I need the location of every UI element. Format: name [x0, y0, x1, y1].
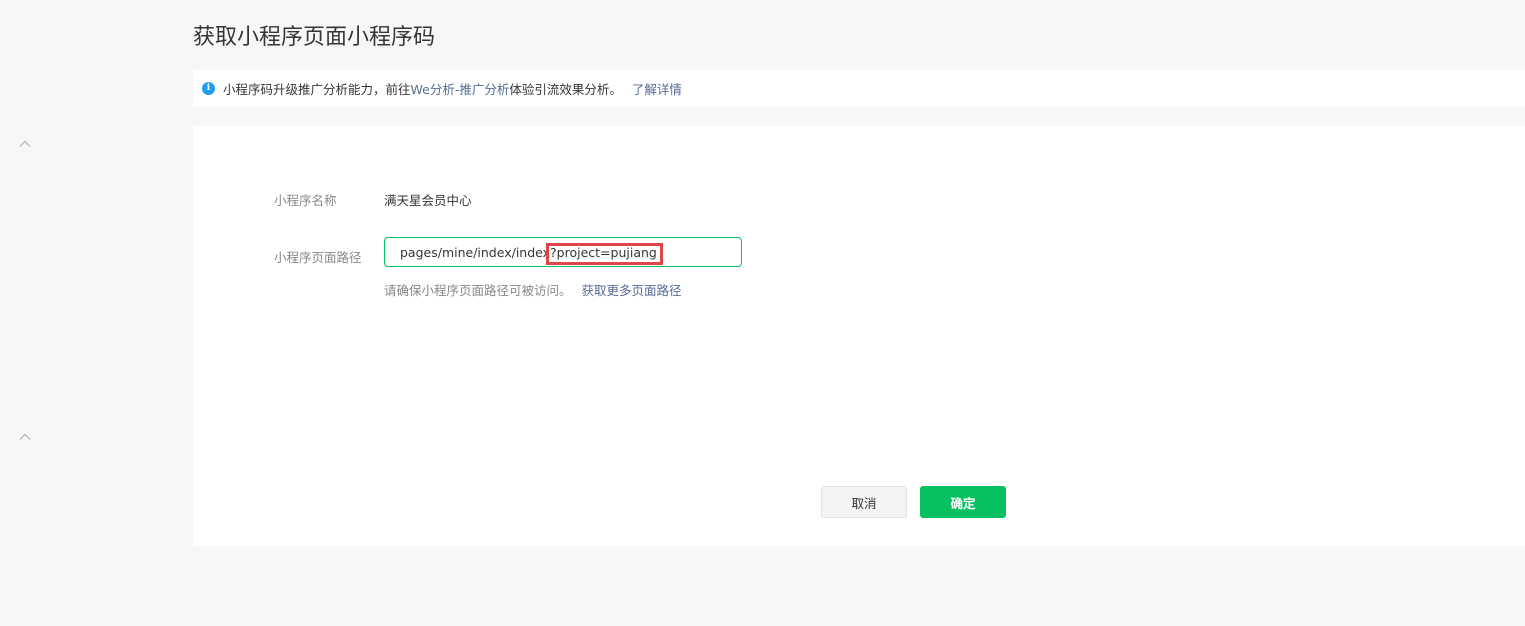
confirm-button[interactable]: 确定 [920, 486, 1006, 518]
name-value: 满天星会员中心 [384, 193, 472, 208]
chevron-up-icon[interactable] [18, 137, 32, 151]
path-input[interactable] [385, 238, 741, 266]
analytics-link[interactable]: We分析-推广分析 [411, 79, 510, 98]
learn-more-link[interactable]: 了解详情 [632, 79, 682, 98]
notice-text: 小程序码升级推广分析能力，前往 [223, 82, 411, 97]
page: 获取小程序页面小程序码 i 小程序码升级推广分析能力，前往 We分析-推广分析 … [0, 0, 1525, 626]
more-paths-link[interactable]: 获取更多页面路径 [582, 283, 682, 298]
chevron-up-icon[interactable] [18, 430, 32, 444]
path-hint-text: 请确保小程序页面路径可被访问。 [384, 283, 572, 298]
path-label: 小程序页面路径 [274, 250, 362, 265]
path-hint: 请确保小程序页面路径可被访问。 获取更多页面路径 [384, 280, 682, 299]
page-title: 获取小程序页面小程序码 [193, 25, 436, 50]
cancel-button[interactable]: 取消 [821, 486, 907, 518]
name-label: 小程序名称 [274, 193, 337, 208]
form-card: 小程序名称 满天星会员中心 小程序页面路径 请确保小程序页面路径可被访问。获取更… [193, 126, 1525, 546]
info-icon: i [202, 82, 215, 95]
notice-text-after: 体验引流效果分析。 [509, 82, 622, 97]
notice-bar: i 小程序码升级推广分析能力，前往 We分析-推广分析 体验引流效果分析。 了解… [193, 70, 1525, 107]
path-input-wrapper [384, 237, 742, 267]
